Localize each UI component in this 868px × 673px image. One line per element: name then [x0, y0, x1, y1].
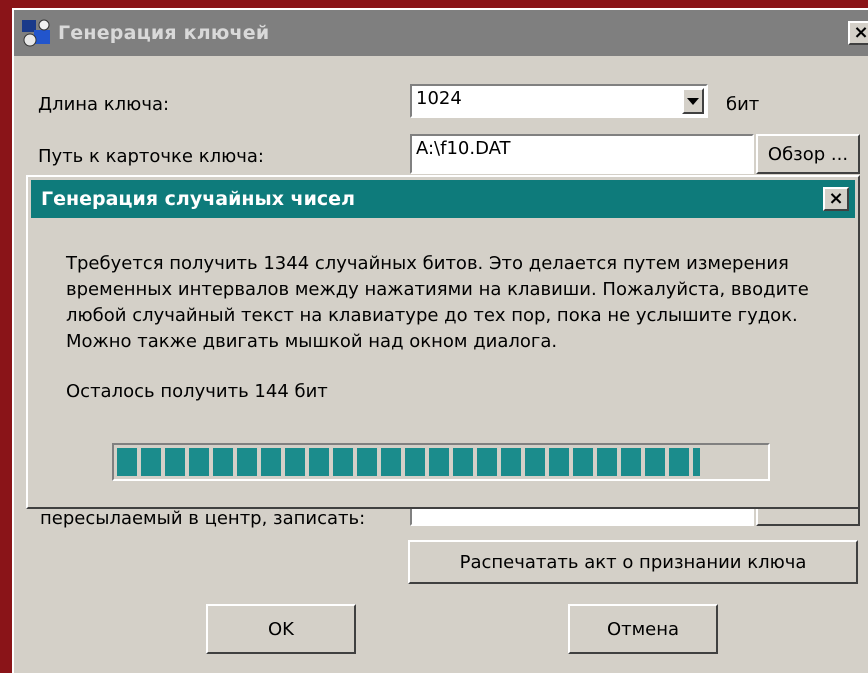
ok-button[interactable]: OK [206, 604, 356, 654]
key-length-value: 1024 [416, 88, 462, 109]
dialog-title: Генерация случайных чисел [41, 188, 355, 210]
dialog-close-button[interactable]: × [823, 187, 849, 211]
window-close-button[interactable]: × [848, 21, 868, 45]
key-path-input[interactable]: A:\f10.DAT [410, 134, 754, 174]
close-icon: × [828, 188, 844, 209]
random-numbers-dialog: Генерация случайных чисел × Требуется по… [26, 175, 860, 509]
progress-fill [117, 448, 701, 476]
close-icon: × [853, 22, 868, 43]
chevron-down-icon [687, 97, 699, 105]
dropdown-arrow-button[interactable] [682, 88, 704, 114]
key-path-value: A:\f10.DAT [416, 138, 511, 159]
cancel-button[interactable]: Отмена [568, 604, 718, 654]
print-act-button[interactable]: Распечатать акт о признании ключа [408, 540, 858, 584]
key-length-label: Длина ключа: [38, 94, 170, 115]
key-length-unit: бит [726, 94, 760, 115]
progress-bar [112, 443, 770, 481]
send-label: пересылаемый в центр, записать: [40, 508, 366, 529]
instruction-message: Требуется получить 1344 случайных битов.… [66, 253, 809, 352]
key-path-label: Путь к карточке ключа: [38, 146, 264, 167]
dialog-title-bar[interactable]: Генерация случайных чисел × [31, 180, 855, 218]
app-icon [22, 19, 50, 47]
window-title: Генерация ключей [58, 22, 270, 44]
window-title-bar[interactable]: Генерация ключей × [14, 10, 868, 56]
key-length-select[interactable]: 1024 [410, 84, 708, 118]
browse-button[interactable]: Обзор ... [756, 134, 860, 174]
remaining-bits-text: Осталось получить 144 бит [66, 381, 328, 402]
